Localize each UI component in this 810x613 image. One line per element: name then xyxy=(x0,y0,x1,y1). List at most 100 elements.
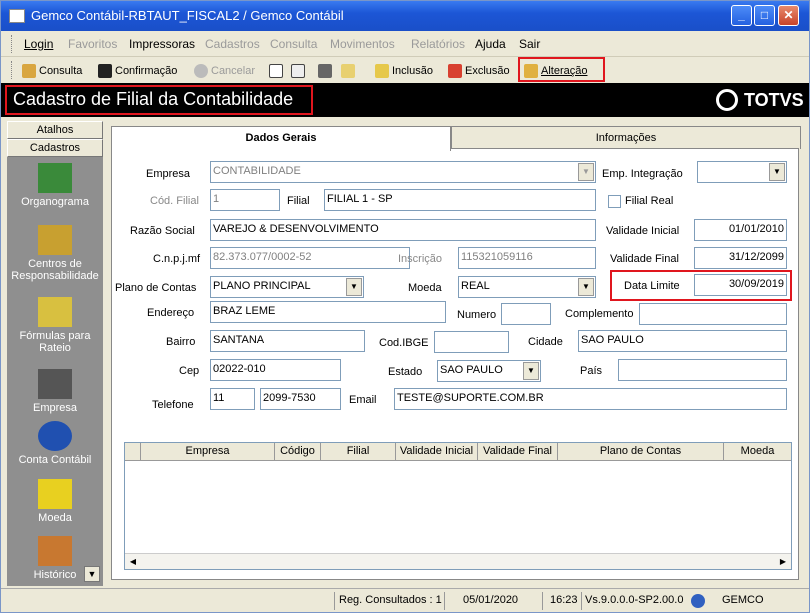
cancelar-button[interactable]: Cancelar xyxy=(194,62,255,80)
status-records: Reg. Consultados : 1 xyxy=(339,594,442,606)
main-area: Dados Gerais Informações Empresa CONTABI… xyxy=(105,121,805,586)
export-button[interactable] xyxy=(291,62,308,80)
moeda-select[interactable]: REAL ▼ xyxy=(458,276,596,298)
estado-select[interactable]: SAO PAULO ▼ xyxy=(437,360,541,382)
status-app: GEMCO xyxy=(722,594,764,606)
pais-label: País xyxy=(580,365,603,377)
pais-field[interactable] xyxy=(618,359,787,381)
inscricao-label: Inscrição xyxy=(398,253,443,265)
filial-real-checkbox[interactable] xyxy=(608,195,621,208)
sidebar-item-conta-contabil[interactable]: Conta Contábil xyxy=(7,421,103,466)
cnpj-field[interactable]: 82.373.077/0002-52 xyxy=(210,247,410,269)
sidebar-item-organograma[interactable]: Organograma xyxy=(7,163,103,208)
delete-icon xyxy=(448,64,462,78)
confirmacao-button[interactable]: Confirmação xyxy=(98,62,177,80)
grid-col-validade-inicial[interactable]: Validade Inicial xyxy=(396,443,478,461)
title-highlight-box xyxy=(5,85,313,115)
bairro-label: Bairro xyxy=(166,336,196,348)
atalhos-header[interactable]: Atalhos xyxy=(7,121,103,139)
minimize-button[interactable]: _ xyxy=(731,5,752,26)
sidebar-item-empresa[interactable]: Empresa xyxy=(7,369,103,414)
cadastros-header[interactable]: Cadastros xyxy=(7,139,103,157)
cancel-icon xyxy=(194,64,208,78)
ddd-field[interactable]: 11 xyxy=(210,388,255,410)
new-doc-button[interactable] xyxy=(269,62,286,80)
inscricao-field[interactable]: 115321059116 xyxy=(458,247,596,269)
inclusao-label: Inclusão xyxy=(392,65,433,77)
menu-movimentos[interactable]: Movimentos xyxy=(330,37,395,51)
sidebar: Atalhos Cadastros Organograma Centros de… xyxy=(7,121,103,586)
filial-grid[interactable]: Empresa Código Filial Validade Inicial V… xyxy=(124,442,792,570)
grid-horizontal-scrollbar[interactable]: ◀ ▶ xyxy=(125,553,791,569)
exclusao-button[interactable]: Exclusão xyxy=(448,62,510,80)
cod-filial-field[interactable]: 1 xyxy=(210,189,280,211)
razao-social-label: Razão Social xyxy=(130,225,195,237)
status-separator xyxy=(542,592,543,610)
cod-ibge-field[interactable] xyxy=(434,331,509,353)
telefone-field[interactable]: 2099-7530 xyxy=(260,388,341,410)
plano-contas-select[interactable]: PLANO PRINCIPAL ▼ xyxy=(210,276,364,298)
filial-label: Filial xyxy=(287,195,310,207)
sidebar-scroll-down-icon[interactable]: ▼ xyxy=(84,566,100,582)
preview-button[interactable] xyxy=(341,62,358,80)
grid-col-empresa[interactable]: Empresa xyxy=(141,443,275,461)
filial-field[interactable]: FILIAL 1 - SP xyxy=(324,189,596,211)
maximize-button[interactable]: □ xyxy=(754,5,775,26)
preview-icon xyxy=(341,64,355,78)
chevron-down-icon: ▼ xyxy=(578,278,594,296)
grid-col-codigo[interactable]: Código xyxy=(275,443,321,461)
menu-impressoras[interactable]: Impressoras xyxy=(129,37,195,51)
emp-integracao-select[interactable]: ▼ xyxy=(697,161,787,183)
title-bar: Gemco Contábil-RBTAUT_FISCAL2 / Gemco Co… xyxy=(1,1,809,31)
sidebar-label-centros: Centros de Responsabilidade xyxy=(11,258,99,282)
sidebar-label-moeda: Moeda xyxy=(38,512,72,524)
scroll-left-icon[interactable]: ◀ xyxy=(126,555,140,569)
menu-consulta[interactable]: Consulta xyxy=(270,37,317,51)
sidebar-item-centros[interactable]: Centros de Responsabilidade xyxy=(7,225,103,282)
numero-field[interactable] xyxy=(501,303,551,325)
consulta-button[interactable]: Consulta xyxy=(22,62,82,80)
endereco-field[interactable]: BRAZ LEME xyxy=(210,301,446,323)
grid-col-plano-contas[interactable]: Plano de Contas xyxy=(558,443,724,461)
tab-informacoes[interactable]: Informações xyxy=(451,126,801,149)
grid-col-validade-final[interactable]: Validade Final xyxy=(478,443,558,461)
grid-col-moeda[interactable]: Moeda xyxy=(724,443,791,461)
menu-ajuda[interactable]: Ajuda xyxy=(475,37,506,51)
close-button[interactable]: ✕ xyxy=(778,5,799,26)
cod-ibge-label: Cod.IBGE xyxy=(379,337,429,349)
sidebar-label-organograma: Organograma xyxy=(21,196,89,208)
validade-final-field[interactable]: 31/12/2099 xyxy=(694,247,787,269)
status-time: 16:23 xyxy=(550,594,578,606)
sidebar-item-formulas[interactable]: Fórmulas para Rateio xyxy=(7,297,103,354)
totvs-logo-text: TOTVS xyxy=(744,89,804,110)
print-button[interactable] xyxy=(318,62,335,80)
validade-inicial-field[interactable]: 01/01/2010 xyxy=(694,219,787,241)
scroll-right-icon[interactable]: ▶ xyxy=(776,555,790,569)
empresa-select[interactable]: CONTABILIDADE ▼ xyxy=(210,161,596,183)
chevron-down-icon: ▼ xyxy=(346,278,362,296)
menu-cadastros[interactable]: Cadastros xyxy=(205,37,260,51)
plano-contas-label: Plano de Contas xyxy=(115,282,197,294)
tab-dados-gerais[interactable]: Dados Gerais xyxy=(111,126,451,151)
cep-field[interactable]: 02022-010 xyxy=(210,359,341,381)
validade-inicial-label: Validade Inicial xyxy=(606,225,680,237)
menu-bar: Login Favoritos Impressoras Cadastros Co… xyxy=(1,31,809,57)
menu-sair[interactable]: Sair xyxy=(519,37,540,51)
email-field[interactable]: TESTE@SUPORTE.COM.BR xyxy=(394,388,787,410)
menu-relatorios[interactable]: Relatórios xyxy=(411,37,465,51)
email-label: Email xyxy=(349,394,377,406)
menu-login[interactable]: Login xyxy=(24,37,53,51)
chevron-down-icon: ▼ xyxy=(578,163,594,181)
menu-favoritos[interactable]: Favoritos xyxy=(68,37,117,51)
bairro-field[interactable]: SANTANA xyxy=(210,330,365,352)
grid-col-filial[interactable]: Filial xyxy=(321,443,396,461)
status-separator xyxy=(334,592,335,610)
razao-social-field[interactable]: VAREJO & DESENVOLVIMENTO xyxy=(210,219,596,241)
inclusao-button[interactable]: Inclusão xyxy=(375,62,433,80)
cidade-field[interactable]: SAO PAULO xyxy=(578,330,787,352)
estado-label: Estado xyxy=(388,366,423,378)
tab-bar: Dados Gerais Informações xyxy=(111,126,801,151)
sidebar-item-moeda[interactable]: Moeda xyxy=(7,479,103,524)
complemento-field[interactable] xyxy=(639,303,787,325)
insert-icon xyxy=(375,64,389,78)
